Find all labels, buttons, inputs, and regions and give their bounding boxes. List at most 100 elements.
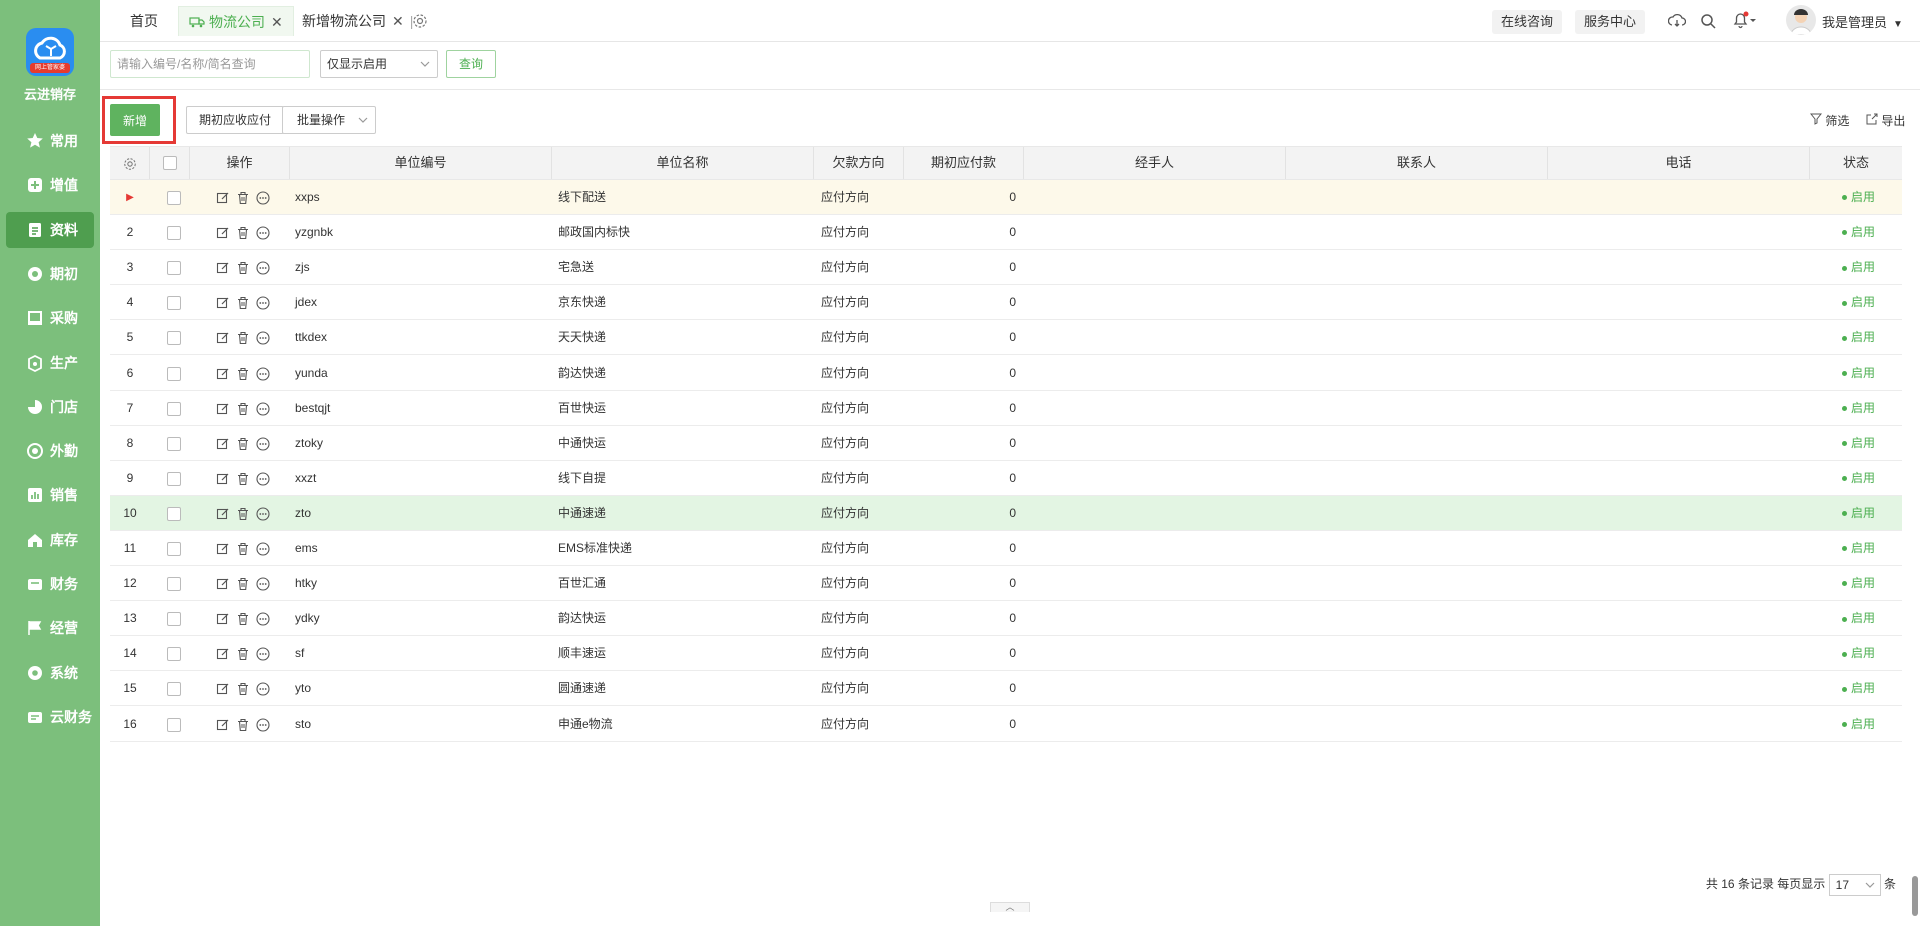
sidebar-item-3[interactable]: 期初: [6, 256, 94, 292]
export-button[interactable]: 导出: [1866, 112, 1905, 129]
more-icon[interactable]: [256, 577, 270, 591]
sidebar-item-9[interactable]: 库存: [6, 522, 94, 558]
row-checkbox[interactable]: [167, 191, 181, 205]
more-icon[interactable]: [256, 226, 270, 240]
edit-icon[interactable]: [216, 647, 230, 661]
edit-icon[interactable]: [216, 577, 230, 591]
edit-icon[interactable]: [216, 331, 230, 345]
table-row[interactable]: 2 yzgnbk 邮政国内标快 应付方向 0 启用: [110, 215, 1902, 251]
delete-icon[interactable]: [236, 261, 250, 275]
add-button[interactable]: 新增: [110, 104, 161, 136]
edit-icon[interactable]: [216, 261, 230, 275]
row-checkbox[interactable]: [167, 401, 181, 416]
delete-icon[interactable]: [236, 191, 250, 205]
user-menu[interactable]: 我是管理员 ▼: [1822, 12, 1903, 31]
edit-icon[interactable]: [216, 472, 230, 486]
tab-new-logistics-company[interactable]: 新增物流公司 ✕ |: [292, 6, 423, 36]
close-icon[interactable]: ✕: [392, 13, 404, 29]
status-filter-select[interactable]: 仅显示启用: [320, 50, 438, 78]
filter-button[interactable]: 筛选: [1809, 112, 1849, 129]
delete-icon[interactable]: [236, 577, 250, 591]
edit-icon[interactable]: [216, 191, 230, 205]
row-checkbox[interactable]: [167, 471, 181, 486]
table-row[interactable]: 11 ems EMS标准快递 应付方向 0 启用: [110, 531, 1902, 566]
delete-icon[interactable]: [236, 718, 250, 732]
more-icon[interactable]: [256, 717, 270, 732]
row-checkbox[interactable]: [167, 366, 181, 381]
initial-receivable-button[interactable]: 期初应收应付: [186, 106, 285, 134]
more-icon[interactable]: [256, 366, 270, 381]
tab-logistics-company[interactable]: 物流公司 ✕: [178, 6, 294, 36]
delete-icon[interactable]: [236, 367, 250, 381]
delete-icon[interactable]: [236, 612, 250, 626]
more-icon[interactable]: [256, 191, 270, 205]
column-settings-icon[interactable]: [110, 147, 150, 179]
sidebar-item-10[interactable]: 财务: [6, 566, 94, 602]
bell-icon[interactable]: [1732, 11, 1758, 32]
tab-home[interactable]: 首页: [120, 6, 168, 36]
table-row[interactable]: 7 bestqjt 百世快运 应付方向 0 启用: [110, 391, 1902, 426]
sidebar-item-8[interactable]: 销售: [6, 477, 94, 513]
collapse-handle[interactable]: ︿: [990, 902, 1030, 912]
delete-icon[interactable]: [236, 331, 250, 345]
row-checkbox[interactable]: [167, 226, 181, 241]
table-row[interactable]: 4 jdex 京东快递 应付方向 0 启用: [110, 285, 1902, 321]
row-checkbox[interactable]: [167, 296, 181, 311]
table-row[interactable]: 12 htky 百世汇通 应付方向 0 启用: [110, 566, 1902, 602]
search-input[interactable]: 请输入编号/名称/简名查询: [110, 50, 310, 78]
app-logo[interactable]: 网上管家婆: [26, 28, 74, 76]
edit-icon[interactable]: [216, 402, 230, 416]
delete-icon[interactable]: [236, 226, 250, 240]
more-icon[interactable]: [256, 472, 270, 486]
sidebar-item-1[interactable]: 增值: [6, 167, 94, 203]
sidebar-item-0[interactable]: 常用: [6, 123, 94, 159]
edit-icon[interactable]: [216, 296, 230, 310]
delete-icon[interactable]: [236, 682, 250, 696]
scrollbar[interactable]: [1912, 876, 1918, 916]
search-icon[interactable]: [1700, 13, 1716, 32]
table-row[interactable]: 13 ydky 韵达快运 应付方向 0 启用: [110, 601, 1902, 637]
sidebar-item-4[interactable]: 采购: [6, 300, 94, 336]
more-icon[interactable]: [256, 331, 270, 345]
row-checkbox[interactable]: [167, 261, 181, 276]
edit-icon[interactable]: [216, 542, 230, 556]
sidebar-item-6[interactable]: 门店: [6, 389, 94, 425]
row-checkbox[interactable]: [167, 506, 181, 521]
table-row[interactable]: 6 yunda 韵达快递 应付方向 0 启用: [110, 356, 1902, 391]
close-icon[interactable]: ✕: [271, 14, 283, 30]
row-checkbox[interactable]: [167, 612, 181, 627]
more-icon[interactable]: [256, 507, 270, 521]
edit-icon[interactable]: [216, 507, 230, 521]
delete-icon[interactable]: [236, 542, 250, 556]
delete-icon[interactable]: [236, 647, 250, 661]
sidebar-item-2[interactable]: 资料: [6, 211, 94, 248]
delete-icon[interactable]: [236, 472, 250, 486]
row-checkbox[interactable]: [167, 542, 181, 556]
page-size-select[interactable]: 17: [1828, 873, 1881, 896]
gear-icon[interactable]: [412, 13, 428, 32]
table-row[interactable]: 16 sto 申通e物流 应付方向 0 启用: [110, 707, 1902, 742]
sidebar-item-7[interactable]: 外勤: [6, 433, 94, 469]
edit-icon[interactable]: [216, 718, 230, 732]
table-row[interactable]: 3 zjs 宅急送 应付方向 0 启用: [110, 250, 1902, 286]
more-icon[interactable]: [256, 647, 270, 661]
row-checkbox[interactable]: [167, 577, 181, 592]
edit-icon[interactable]: [216, 682, 230, 696]
delete-icon[interactable]: [236, 437, 250, 451]
query-button[interactable]: 查询: [446, 50, 497, 78]
cloud-download-icon[interactable]: [1667, 13, 1687, 32]
edit-icon[interactable]: [216, 612, 230, 626]
service-center-button[interactable]: 服务中心: [1575, 10, 1646, 34]
online-consult-button[interactable]: 在线咨询: [1492, 10, 1563, 34]
more-icon[interactable]: [256, 682, 270, 696]
row-checkbox[interactable]: [167, 647, 181, 662]
avatar[interactable]: [1786, 5, 1816, 35]
table-row[interactable]: 15 yto 圆通速递 应付方向 0 启用: [110, 671, 1902, 707]
row-checkbox[interactable]: [167, 331, 181, 346]
table-row[interactable]: 9 xxzt 线下自提 应付方向 0 启用: [110, 461, 1902, 496]
sidebar-item-13[interactable]: 云财务: [6, 699, 94, 735]
edit-icon[interactable]: [216, 226, 230, 240]
edit-icon[interactable]: [216, 437, 230, 451]
sidebar-item-12[interactable]: 系统: [6, 655, 94, 691]
table-row[interactable]: 10 zto 中通速递 应付方向 0 启用: [110, 495, 1902, 531]
